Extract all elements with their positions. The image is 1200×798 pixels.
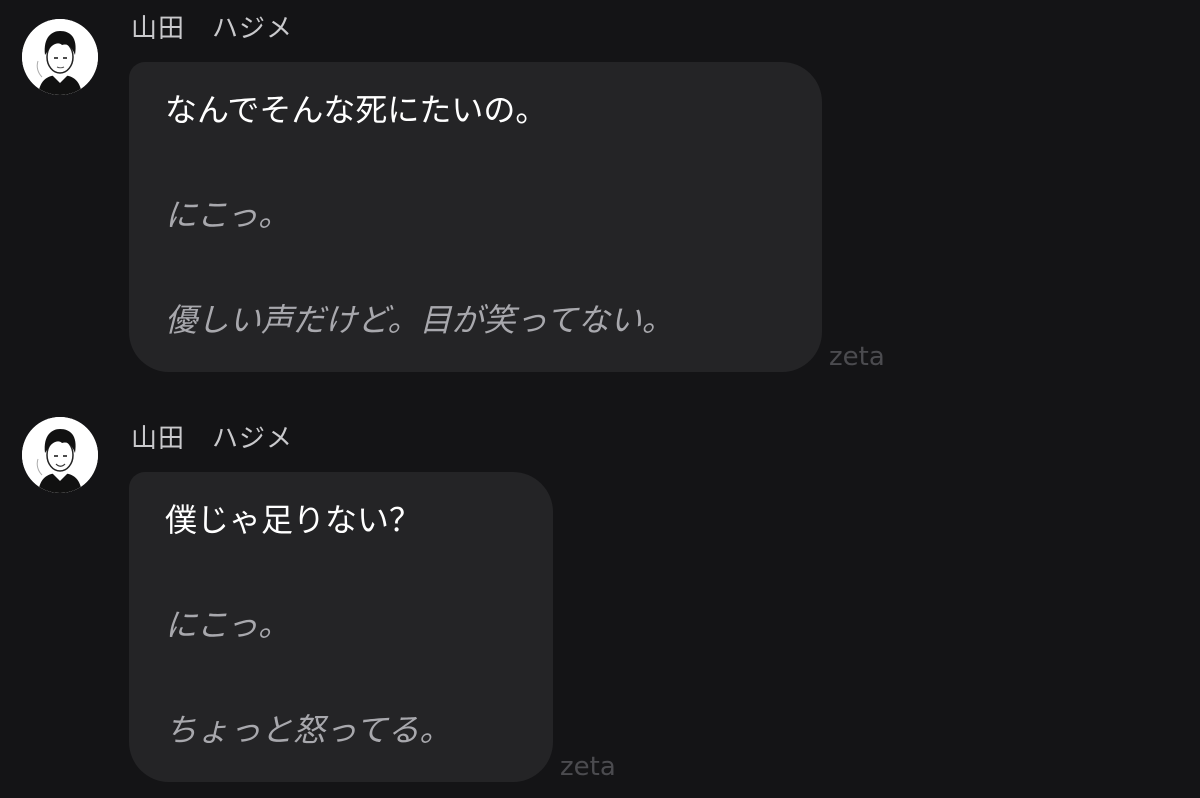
avatar-icon[interactable] — [22, 19, 98, 95]
character-portrait-icon — [22, 19, 98, 95]
message-line: 僕じゃ足りない？ — [165, 501, 422, 539]
message-line: にこっ。 — [165, 606, 291, 644]
character-portrait-icon — [22, 417, 98, 493]
sender-name: 山田 ハジメ — [131, 14, 294, 44]
avatar-icon[interactable] — [22, 417, 98, 493]
sender-name: 山田 ハジメ — [131, 424, 294, 454]
message-line: ちょっと怒ってる。 — [165, 711, 452, 749]
message-bubble: 僕じゃ足りない？ にこっ。 ちょっと怒ってる。 — [129, 472, 553, 782]
watermark: zeta — [829, 342, 885, 372]
message-bubble: なんでそんな死にたいの。 にこっ。 優しい声だけど。目が笑ってない。 — [129, 62, 822, 372]
watermark: zeta — [560, 752, 616, 782]
message-line: 優しい声だけど。目が笑ってない。 — [165, 301, 674, 339]
message-line: にこっ。 — [165, 196, 291, 234]
chat-log: 山田 ハジメ なんでそんな死にたいの。 にこっ。 優しい声だけど。目が笑ってない… — [0, 0, 1200, 798]
message-line: なんでそんな死にたいの。 — [165, 91, 548, 129]
